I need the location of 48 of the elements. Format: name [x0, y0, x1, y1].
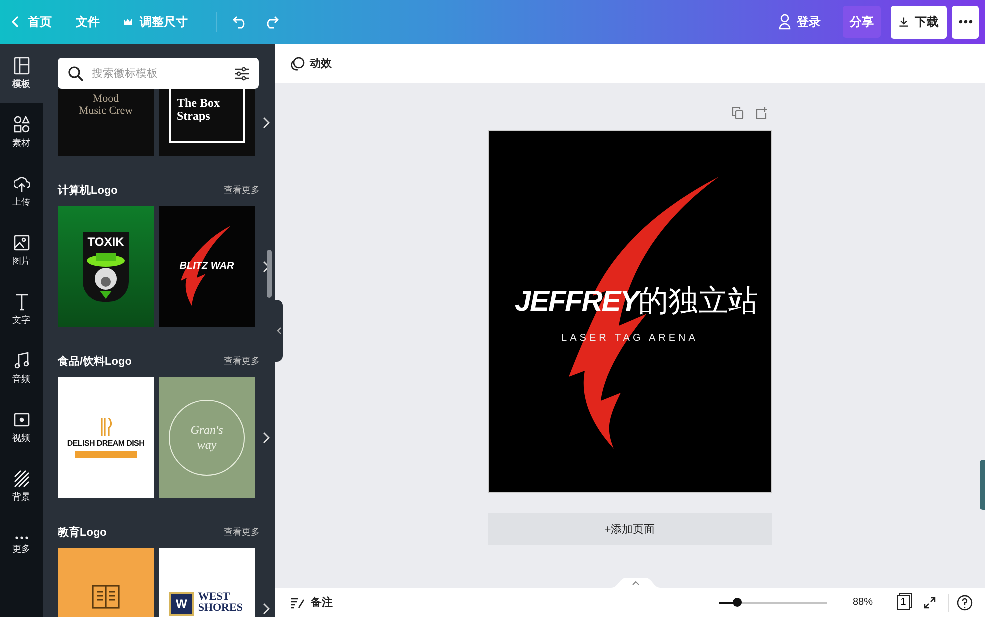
rail-icon — [14, 292, 30, 310]
search-field[interactable]: 搜索徽标模板 — [90, 66, 229, 80]
animate-button[interactable]: 动效 — [285, 55, 338, 72]
section-heading: 教育Logo — [58, 525, 107, 540]
person-icon — [779, 14, 791, 30]
see-more-link[interactable]: 查看更多 — [224, 526, 260, 538]
more-icon — [958, 20, 972, 24]
rail-icon — [14, 174, 30, 192]
notes-button[interactable]: 备注 — [285, 594, 339, 611]
add-page-icon[interactable] — [756, 107, 768, 120]
animation-icon — [291, 56, 305, 70]
collapse-panel-handle[interactable] — [275, 300, 283, 362]
fullscreen-icon[interactable] — [924, 596, 936, 608]
scrollbar-thumb[interactable] — [267, 250, 272, 298]
rail-icon — [14, 234, 30, 252]
download-button[interactable]: 下载 — [891, 6, 947, 38]
see-more-link[interactable]: 查看更多 — [224, 354, 260, 368]
template-thumbnail[interactable]: TOXIK — [58, 206, 154, 327]
download-icon — [899, 15, 909, 29]
more-button[interactable] — [952, 6, 979, 38]
notes-icon — [291, 596, 305, 608]
zoom-reading: 88% — [853, 597, 874, 608]
show-pages-handle[interactable] — [611, 578, 661, 588]
rail-icon — [14, 56, 30, 74]
share-button[interactable]: 分享 — [843, 6, 881, 38]
login-button[interactable]: 登录 — [777, 10, 823, 34]
rail-icon — [14, 470, 30, 488]
chevron-left-icon — [276, 327, 282, 335]
rail-icon — [14, 116, 30, 134]
copy-icon[interactable] — [732, 107, 744, 120]
crown-icon — [124, 18, 132, 26]
search-icon — [68, 66, 84, 82]
rail-icon — [14, 410, 30, 428]
template-thumbnail[interactable]: DELISH DREAM DISH — [58, 377, 154, 498]
search-bar[interactable]: 搜索徽标模板 — [58, 58, 259, 89]
see-more-link[interactable]: 查看更多 — [224, 184, 260, 196]
rail-icon — [14, 536, 28, 540]
page-count-button[interactable]: 1 — [897, 595, 910, 610]
section-heading: 食品/饮料Logo — [58, 354, 132, 368]
template-thumbnail[interactable]: Mood Music Crew — [58, 89, 154, 156]
filter-icon[interactable] — [235, 66, 249, 80]
section-heading: 计算机Logo — [58, 184, 118, 198]
rail-icon — [14, 352, 30, 370]
sidebar-tab[interactable]: 模板 — [0, 44, 43, 103]
back-icon — [12, 16, 20, 28]
template-thumbnail[interactable]: The Box Straps — [159, 89, 255, 156]
help-icon[interactable] — [957, 594, 973, 610]
add-page-button[interactable]: +添加页面 — [488, 513, 772, 545]
